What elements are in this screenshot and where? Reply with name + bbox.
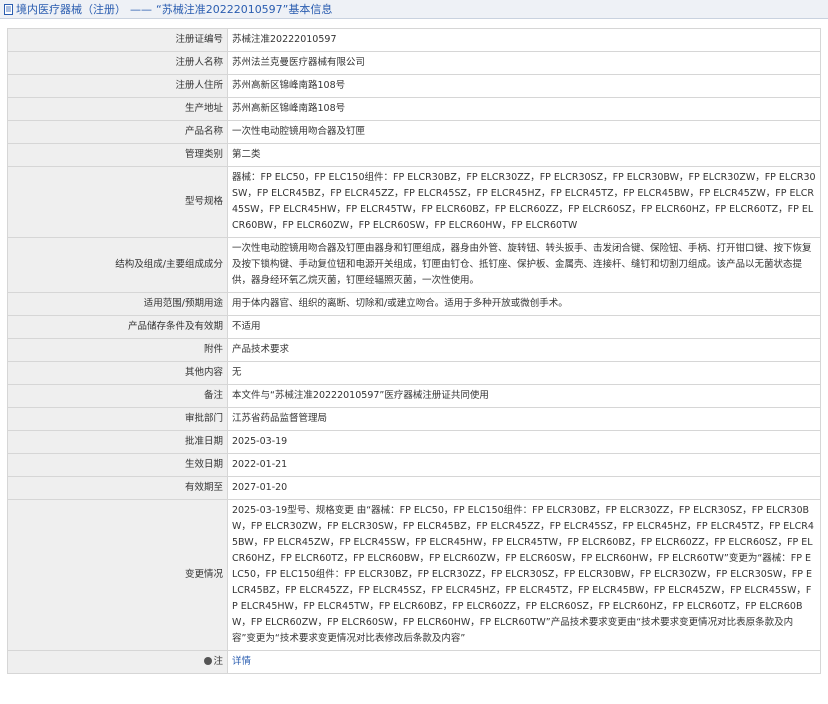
field-label: 变更情况 [7, 499, 228, 651]
field-value: 苏州高新区锦峰南路108号 [227, 97, 821, 121]
field-value: 一次性电动腔镜用吻合器及钉匣 [227, 120, 821, 144]
field-value: 用于体内器官、组织的离断、切除和/或建立吻合。适用于多种开放或微创手术。 [227, 292, 821, 316]
field-value: 不适用 [227, 315, 821, 339]
field-value: 一次性电动腔镜用吻合器及钉匣由器身和钉匣组成，器身由外管、旋转钮、转头扳手、击发… [227, 237, 821, 293]
record-info-table: 注册证编号 苏械注准20222010597 注册人名称 苏州法兰克曼医疗器械有限… [7, 28, 821, 674]
table-row: 注册证编号 苏械注准20222010597 [7, 28, 821, 52]
field-label: 生产地址 [7, 97, 228, 121]
table-row: 产品储存条件及有效期 不适用 [7, 315, 821, 339]
field-label: 产品名称 [7, 120, 228, 144]
field-label: 批准日期 [7, 430, 228, 454]
field-label: 其他内容 [7, 361, 228, 385]
table-row: 变更情况 2025-03-19型号、规格变更 由“器械：FP ELC50，FP … [7, 499, 821, 651]
document-icon [4, 3, 13, 15]
table-row: 生效日期 2022-01-21 [7, 453, 821, 477]
field-value: 第二类 [227, 143, 821, 167]
note-label: 注 [213, 656, 223, 667]
header-subject: “苏械注准20222010597”基本信息 [156, 3, 333, 16]
table-row: 型号规格 器械：FP ELC50，FP ELC150组件：FP ELCR30BZ… [7, 166, 821, 238]
table-row: 注册人名称 苏州法兰克曼医疗器械有限公司 [7, 51, 821, 75]
remark-icon [204, 657, 213, 665]
field-label: 结构及组成/主要组成成分 [7, 237, 228, 293]
field-value: 器械：FP ELC50，FP ELC150组件：FP ELCR30BZ，FP E… [227, 166, 821, 238]
table-row: 注册人住所 苏州高新区锦峰南路108号 [7, 74, 821, 98]
field-value: 2025-03-19型号、规格变更 由“器械：FP ELC50，FP ELC15… [227, 499, 821, 651]
field-value: 本文件与“苏械注准20222010597”医疗器械注册证共同使用 [227, 384, 821, 408]
field-label: 型号规格 [7, 166, 228, 238]
table-row-note: 注 详情 [7, 650, 821, 674]
page-header: 境内医疗器械（注册） —— “苏械注准20222010597”基本信息 [0, 0, 828, 19]
field-label: 产品储存条件及有效期 [7, 315, 228, 339]
field-label: 注册人名称 [7, 51, 228, 75]
field-value: 详情 [227, 650, 821, 674]
table-row: 备注 本文件与“苏械注准20222010597”医疗器械注册证共同使用 [7, 384, 821, 408]
field-value: 无 [227, 361, 821, 385]
table-row: 结构及组成/主要组成成分 一次性电动腔镜用吻合器及钉匣由器身和钉匣组成，器身由外… [7, 237, 821, 293]
field-value: 2027-01-20 [227, 476, 821, 500]
table-row: 适用范围/预期用途 用于体内器官、组织的离断、切除和/或建立吻合。适用于多种开放… [7, 292, 821, 316]
table-row: 审批部门 江苏省药品监督管理局 [7, 407, 821, 431]
table-row: 批准日期 2025-03-19 [7, 430, 821, 454]
field-label: 生效日期 [7, 453, 228, 477]
field-label: 注册证编号 [7, 28, 228, 52]
field-value: 2022-01-21 [227, 453, 821, 477]
field-label: 管理类别 [7, 143, 228, 167]
table-row: 其他内容 无 [7, 361, 821, 385]
field-label: 审批部门 [7, 407, 228, 431]
field-label: 适用范围/预期用途 [7, 292, 228, 316]
table-row: 生产地址 苏州高新区锦峰南路108号 [7, 97, 821, 121]
table-row: 产品名称 一次性电动腔镜用吻合器及钉匣 [7, 120, 821, 144]
table-row: 管理类别 第二类 [7, 143, 821, 167]
detail-link[interactable]: 详情 [232, 656, 251, 667]
field-value: 江苏省药品监督管理局 [227, 407, 821, 431]
field-label: 注册人住所 [7, 74, 228, 98]
table-row: 有效期至 2027-01-20 [7, 476, 821, 500]
header-separator: —— [130, 2, 152, 16]
field-value: 苏州法兰克曼医疗器械有限公司 [227, 51, 821, 75]
field-label: 备注 [7, 384, 228, 408]
field-value: 苏械注准20222010597 [227, 28, 821, 52]
field-label: 附件 [7, 338, 228, 362]
field-label: 有效期至 [7, 476, 228, 500]
field-value: 苏州高新区锦峰南路108号 [227, 74, 821, 98]
field-value: 产品技术要求 [227, 338, 821, 362]
header-category: 境内医疗器械（注册） [16, 3, 126, 16]
field-value: 2025-03-19 [227, 430, 821, 454]
table-row: 附件 产品技术要求 [7, 338, 821, 362]
field-label: 注 [7, 650, 228, 674]
